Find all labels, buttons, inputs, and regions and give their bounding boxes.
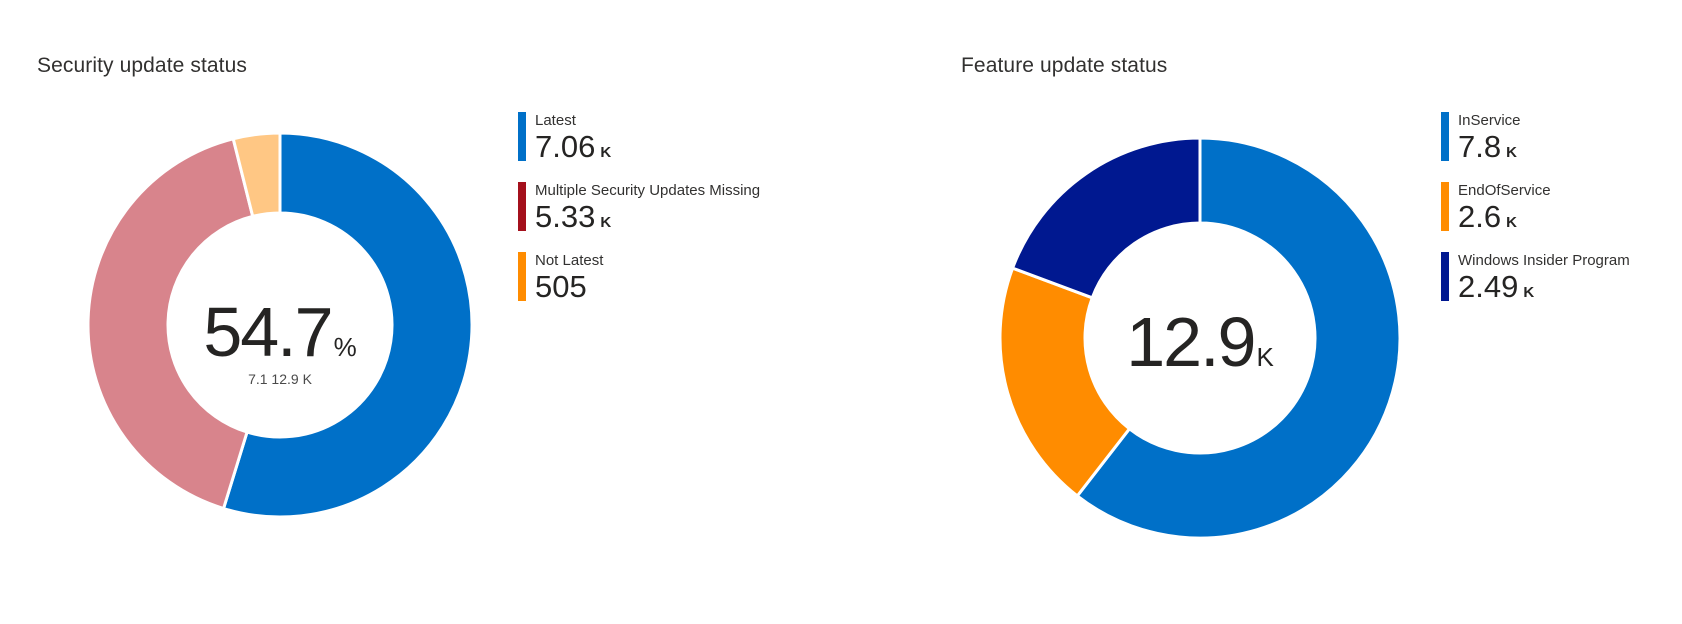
legend-number: 2.49 — [1458, 269, 1519, 304]
legend-value: 2.6 K — [1458, 200, 1630, 240]
feature-center-value: 12.9K — [1090, 307, 1310, 381]
legend-unit: K — [600, 214, 612, 231]
legend-value: 7.8 K — [1458, 130, 1630, 170]
legend-label: EndOfService — [1458, 182, 1551, 199]
legend-label: Windows Insider Program — [1458, 252, 1630, 269]
legend-item-latest[interactable]: Latest 7.06 K — [518, 112, 760, 164]
security-center-unit: % — [333, 332, 357, 362]
legend-number: 505 — [535, 269, 587, 304]
feature-center-number: 12.9 — [1126, 303, 1256, 381]
legend-swatch — [518, 252, 526, 301]
legend-label: Latest — [535, 112, 576, 129]
legend-unit: K — [1506, 144, 1517, 161]
legend-value: 2.49 K — [1458, 270, 1630, 310]
security-center-value: 54.7% 7.1 12.9 K — [170, 297, 390, 387]
security-center-subtext: 7.1 12.9 K — [248, 371, 312, 387]
legend-item-not-latest[interactable]: Not Latest 505 — [518, 252, 760, 304]
legend-swatch — [1441, 112, 1449, 161]
legend-value: 7.06 K — [535, 130, 760, 170]
legend-label: Not Latest — [535, 252, 604, 269]
security-center-number: 54.7 — [203, 293, 333, 371]
legend-label: InService — [1458, 112, 1521, 129]
legend-label: Multiple Security Updates Missing — [535, 182, 761, 199]
feature-donut-chart — [998, 136, 1402, 540]
legend-swatch — [1441, 252, 1449, 301]
legend-number: 7.8 — [1458, 129, 1502, 164]
donut-slice-windows-insider-program[interactable] — [1010, 136, 1202, 300]
legend-value: 505 — [535, 270, 760, 310]
feature-legend: InService 7.8 K EndOfService 2.6 K Windows… — [1441, 112, 1630, 322]
security-legend: Latest 7.06 K Multiple Security Updates M… — [518, 112, 760, 322]
security-donut-chart — [86, 131, 474, 519]
legend-swatch — [1441, 182, 1449, 231]
legend-number: 7.06 — [535, 129, 596, 164]
legend-unit: K — [1523, 284, 1535, 301]
legend-swatch — [518, 112, 526, 161]
legend-item-multiple-security-updates-missing[interactable]: Multiple Security Updates Missing 5.33 K — [518, 182, 761, 234]
legend-number: 2.6 — [1458, 199, 1502, 234]
legend-swatch — [518, 182, 526, 231]
legend-item-inservice[interactable]: InService 7.8 K — [1441, 112, 1630, 164]
legend-unit: K — [1506, 214, 1517, 231]
legend-unit: K — [600, 144, 612, 161]
legend-number: 5.33 — [535, 199, 596, 234]
feature-center-unit: K — [1256, 342, 1274, 372]
legend-value: 5.33 K — [535, 200, 760, 240]
legend-item-windows-insider-program[interactable]: Windows Insider Program 2.49 K — [1441, 252, 1630, 304]
legend-item-endofservice[interactable]: EndOfService 2.6 K — [1441, 182, 1630, 234]
